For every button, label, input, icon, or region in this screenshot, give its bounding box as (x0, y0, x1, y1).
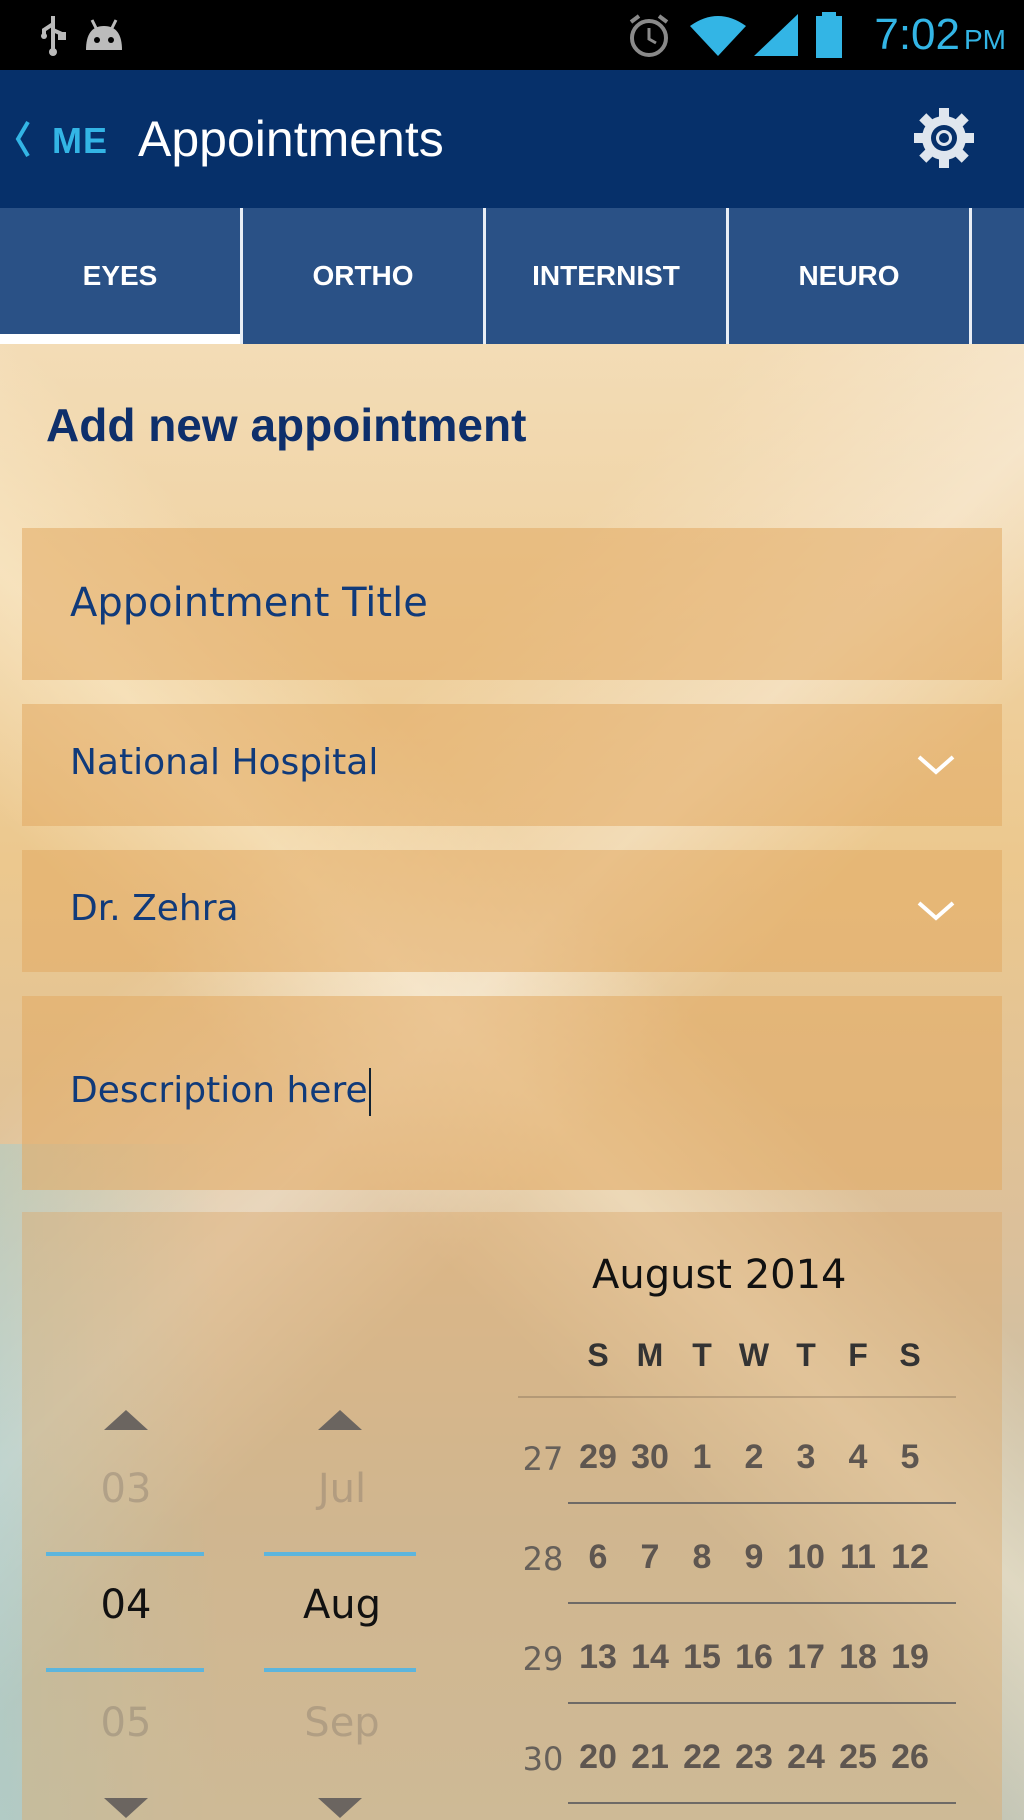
tab-label: EYES (82, 260, 158, 291)
status-bar: 7:02 PM (0, 0, 1024, 70)
tab-label: INTERNIST (532, 260, 680, 291)
calendar-row-divider (568, 1702, 956, 1704)
week-number: 30 (522, 1740, 564, 1778)
calendar-day[interactable]: 11 (832, 1538, 884, 1577)
tab-label: NEURO (798, 260, 900, 291)
calendar-day[interactable]: 20 (572, 1738, 624, 1777)
weekday-label: W (738, 1337, 770, 1373)
calendar-day[interactable]: 17 (780, 1638, 832, 1677)
action-bar: ME Appointments (0, 70, 1024, 208)
decrement-arrow-icon[interactable] (315, 1796, 365, 1820)
weekday-label: F (848, 1337, 868, 1373)
chevron-down-icon (917, 755, 955, 775)
appointment-title-input[interactable]: Appointment Title (22, 528, 1002, 680)
calendar-row-divider (568, 1802, 956, 1804)
week-number: 29 (522, 1640, 564, 1678)
calendar-day[interactable]: 25 (832, 1738, 884, 1777)
month-prev[interactable]: Jul (262, 1466, 422, 1512)
weekday-label: S (587, 1337, 609, 1373)
clock-time: 7:02 (874, 10, 960, 59)
calendar-day[interactable]: 21 (624, 1738, 676, 1777)
hospital-dropdown[interactable]: National Hospital (22, 704, 1002, 826)
calendar-day[interactable]: 6 (572, 1538, 624, 1577)
wifi-icon (690, 16, 746, 56)
decrement-arrow-icon[interactable] (101, 1796, 151, 1820)
battery-icon (816, 12, 842, 58)
calendar-day[interactable]: 23 (728, 1738, 780, 1777)
calendar-day[interactable]: 12 (884, 1538, 936, 1577)
calendar-day[interactable]: 24 (780, 1738, 832, 1777)
calendar-day[interactable]: 7 (624, 1538, 676, 1577)
back-chevron-icon[interactable] (12, 118, 32, 160)
calendar-row-divider (568, 1602, 956, 1604)
day-next[interactable]: 05 (46, 1700, 206, 1746)
picker-divider (264, 1552, 416, 1556)
tab-eyes[interactable]: EYES (0, 208, 243, 344)
usb-icon (41, 16, 66, 56)
android-debug-icon (86, 19, 122, 50)
calendar-day[interactable]: 14 (624, 1638, 676, 1677)
calendar-title: August 2014 (592, 1252, 847, 1298)
month-next[interactable]: Sep (262, 1700, 422, 1746)
calendar-day[interactable]: 8 (676, 1538, 728, 1577)
signal-icon (754, 14, 798, 56)
day-prev[interactable]: 03 (46, 1466, 206, 1512)
calendar-day[interactable]: 19 (884, 1638, 936, 1677)
calendar-day[interactable]: 13 (572, 1638, 624, 1677)
appointment-title-placeholder: Appointment Title (70, 580, 428, 626)
doctor-value: Dr. Zehra (70, 888, 239, 929)
increment-arrow-icon[interactable] (101, 1408, 151, 1432)
content-area: Add new appointment Appointment Title Na… (0, 344, 1024, 1820)
weekday-label: T (796, 1337, 816, 1373)
month-current[interactable]: Aug (262, 1582, 422, 1628)
calendar-row-divider (568, 1502, 956, 1504)
section-heading: Add new appointment (46, 399, 527, 451)
clock: 7:02 PM (874, 10, 1006, 65)
page-title: Appointments (138, 111, 444, 167)
weekday-label: S (899, 1337, 921, 1373)
description-input[interactable]: Description here (22, 996, 1002, 1190)
increment-arrow-icon[interactable] (315, 1408, 365, 1432)
calendar-day[interactable]: 9 (728, 1538, 780, 1577)
calendar-day[interactable]: 4 (832, 1438, 884, 1477)
description-value: Description here (70, 1068, 371, 1116)
description-text: Description here (70, 1070, 368, 1111)
tab-overflow[interactable] (972, 208, 1024, 344)
calendar-day[interactable]: 5 (884, 1438, 936, 1477)
back-button[interactable]: ME (52, 120, 108, 162)
calendar-day[interactable]: 3 (780, 1438, 832, 1477)
tab-ortho[interactable]: ORTHO (243, 208, 486, 344)
picker-divider (46, 1668, 204, 1672)
doctor-dropdown[interactable]: Dr. Zehra (22, 850, 1002, 972)
calendar-header-divider (518, 1396, 956, 1398)
weekday-label: M (636, 1337, 664, 1373)
picker-divider (46, 1552, 204, 1556)
tab-internist[interactable]: INTERNIST (486, 208, 729, 344)
calendar-day[interactable]: 29 (572, 1438, 624, 1477)
calendar-day[interactable]: 15 (676, 1638, 728, 1677)
calendar-day[interactable]: 16 (728, 1638, 780, 1677)
calendar-day[interactable]: 26 (884, 1738, 936, 1777)
weekday-label: T (692, 1337, 712, 1373)
date-selector: 03 04 05 Jul Aug Sep August 2014 S M T W… (22, 1212, 1002, 1820)
tab-neuro[interactable]: NEURO (729, 208, 972, 344)
calendar-day[interactable]: 22 (676, 1738, 728, 1777)
calendar-day[interactable]: 2 (728, 1438, 780, 1477)
gear-icon[interactable] (910, 104, 978, 172)
week-number: 27 (522, 1440, 564, 1478)
tab-label: ORTHO (312, 260, 414, 291)
calendar-day[interactable]: 10 (780, 1538, 832, 1577)
picker-divider (264, 1668, 416, 1672)
clock-ampm: PM (964, 24, 1006, 55)
chevron-down-icon (917, 901, 955, 921)
alarm-icon (629, 14, 669, 57)
hospital-value: National Hospital (70, 742, 379, 783)
day-current[interactable]: 04 (46, 1582, 206, 1628)
calendar-day[interactable]: 1 (676, 1438, 728, 1477)
calendar-day[interactable]: 30 (624, 1438, 676, 1477)
text-cursor (368, 1068, 371, 1116)
week-number: 28 (522, 1540, 564, 1578)
tab-bar: EYES ORTHO INTERNIST NEURO (0, 208, 1024, 344)
calendar-day[interactable]: 18 (832, 1638, 884, 1677)
